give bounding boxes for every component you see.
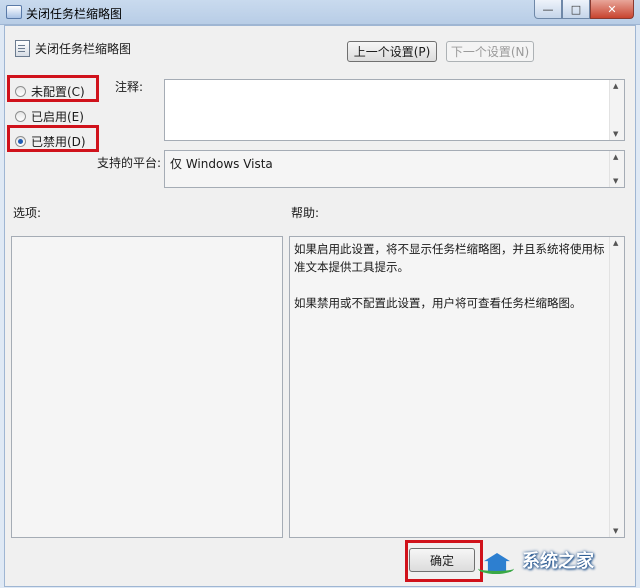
policy-setting-icon: [15, 40, 30, 57]
highlight-disabled: [7, 125, 99, 152]
close-button[interactable]: ✕: [590, 0, 634, 19]
minimize-button[interactable]: —: [534, 0, 562, 19]
policy-title: 关闭任务栏缩略图: [35, 42, 132, 56]
supported-platform-field: 仅 Windows Vista ▲ ▼: [164, 150, 625, 188]
comment-scrollbar[interactable]: ▲ ▼: [609, 80, 624, 140]
help-paragraph: 如果启用此设置，将不显示任务栏缩略图，并且系统将使用标准文本提供工具提示。: [294, 242, 605, 274]
scroll-up-icon[interactable]: ▲: [613, 82, 618, 90]
window-title: 关闭任务栏缩略图: [26, 7, 123, 21]
supported-platform-value: 仅 Windows Vista: [170, 157, 273, 171]
help-scrollbar[interactable]: ▲ ▼: [609, 237, 624, 537]
radio-enabled-label: 已启用(E): [31, 110, 84, 124]
supported-platform-label: 支持的平台:: [97, 156, 162, 170]
options-panel: [11, 236, 283, 538]
radio-enabled-indicator[interactable]: [15, 111, 26, 122]
watermark-logo-icon: [478, 545, 518, 575]
watermark: 系统之家: [478, 540, 638, 580]
help-panel: 如果启用此设置，将不显示任务栏缩略图，并且系统将使用标准文本提供工具提示。 如果…: [289, 236, 625, 538]
window-icon: [6, 5, 22, 19]
supported-scrollbar[interactable]: ▲ ▼: [609, 151, 624, 187]
close-icon: ✕: [607, 2, 617, 16]
scroll-down-icon[interactable]: ▼: [613, 177, 618, 185]
highlight-not-configured: [7, 75, 99, 102]
window-controls: — □ ✕: [534, 0, 634, 19]
watermark-text: 系统之家: [522, 551, 594, 572]
help-label: 帮助:: [291, 206, 320, 220]
next-setting-button[interactable]: 下一个设置(N): [446, 41, 534, 62]
comment-label: 注释:: [115, 80, 144, 94]
radio-enabled[interactable]: 已启用(E): [15, 108, 84, 125]
maximize-icon: □: [570, 2, 582, 16]
maximize-button[interactable]: □: [562, 0, 590, 19]
previous-setting-button[interactable]: 上一个设置(P): [347, 41, 437, 62]
minimize-icon: —: [542, 2, 554, 16]
scroll-down-icon[interactable]: ▼: [613, 130, 618, 138]
scroll-up-icon[interactable]: ▲: [613, 153, 618, 161]
help-paragraph: 如果禁用或不配置此设置，用户将可查看任务栏缩略图。: [294, 296, 582, 310]
options-label: 选项:: [13, 206, 42, 220]
help-text: 如果启用此设置，将不显示任务栏缩略图，并且系统将使用标准文本提供工具提示。 如果…: [294, 240, 606, 330]
highlight-ok: [405, 540, 483, 582]
scroll-down-icon[interactable]: ▼: [613, 527, 618, 535]
scroll-up-icon[interactable]: ▲: [613, 239, 618, 247]
title-bar: 关闭任务栏缩略图 — □ ✕: [0, 0, 640, 25]
comment-textarea[interactable]: ▲ ▼: [164, 79, 625, 141]
dialog-client: 关闭任务栏缩略图 上一个设置(P) 下一个设置(N) 未配置(C) 已启用(E)…: [4, 25, 636, 587]
